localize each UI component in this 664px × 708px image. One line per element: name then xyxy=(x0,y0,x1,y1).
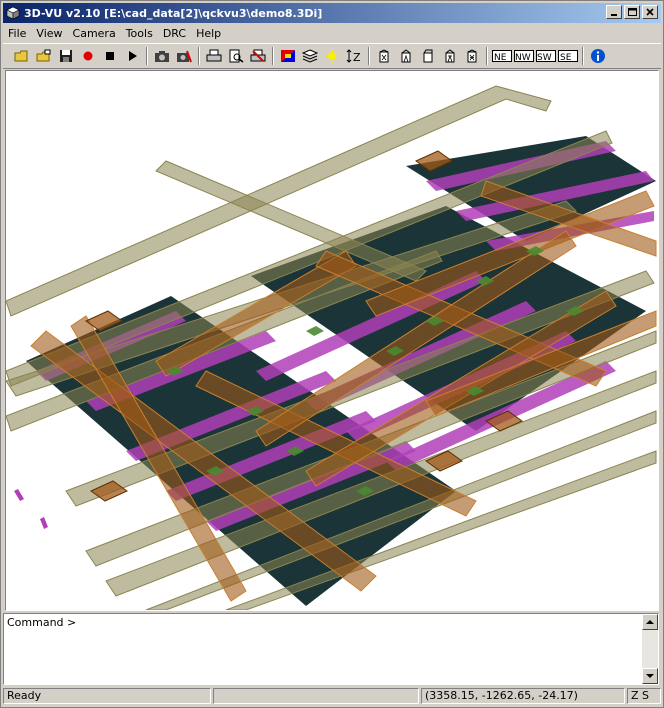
print-setup-icon xyxy=(250,49,266,62)
3d-viewport[interactable] xyxy=(5,70,659,611)
view-3-icon xyxy=(423,49,433,63)
z-scale-button[interactable]: Z xyxy=(343,46,365,66)
color-palette-icon xyxy=(281,50,295,62)
app-cube-icon xyxy=(6,6,20,20)
toolbar-separator xyxy=(368,47,370,65)
open-file-button[interactable] xyxy=(11,46,33,66)
view-4-icon xyxy=(445,49,455,63)
layers-button[interactable] xyxy=(299,46,321,66)
status-mode: Z S xyxy=(627,688,661,704)
view-1-icon xyxy=(379,49,389,63)
status-text: Ready xyxy=(3,688,211,704)
stop-icon xyxy=(106,52,114,60)
maximize-icon xyxy=(627,8,637,16)
svg-text:NE: NE xyxy=(494,53,507,63)
menu-camera[interactable]: Camera xyxy=(68,27,121,40)
sw-view-button[interactable]: SW xyxy=(535,46,557,66)
view-5-button[interactable] xyxy=(461,46,483,66)
layers-icon xyxy=(302,49,318,63)
toolbar-separator xyxy=(486,47,488,65)
scroll-down-icon xyxy=(646,674,654,678)
svg-text:Z: Z xyxy=(353,51,361,63)
save-icon xyxy=(60,50,72,62)
svg-text:NW: NW xyxy=(515,53,531,63)
print-icon xyxy=(206,49,222,62)
svg-text:SE: SE xyxy=(560,53,572,63)
minimize-icon xyxy=(611,14,617,16)
camera-settings-button[interactable] xyxy=(173,46,195,66)
menu-view[interactable]: View xyxy=(31,27,67,40)
record-button[interactable] xyxy=(77,46,99,66)
sw-view-icon: SW xyxy=(536,50,556,63)
view-2-icon xyxy=(401,49,411,63)
record-icon xyxy=(83,51,93,61)
menu-tools[interactable]: Tools xyxy=(121,27,158,40)
nw-view-button[interactable]: NW xyxy=(513,46,535,66)
print-setup-button[interactable] xyxy=(247,46,269,66)
info-icon xyxy=(591,49,605,63)
close-button[interactable] xyxy=(642,5,658,19)
command-pane[interactable]: Command > xyxy=(3,613,659,685)
print-preview-icon xyxy=(229,49,244,63)
save-button[interactable] xyxy=(55,46,77,66)
metal-fragment xyxy=(40,517,48,529)
window-title: 3D-VU v2.10 [E:\cad_data[2]\qckvu3\demo8… xyxy=(24,6,323,20)
view-2-button[interactable] xyxy=(395,46,417,66)
camera-settings-icon xyxy=(177,50,192,63)
view-3-button[interactable] xyxy=(417,46,439,66)
menu-drc[interactable]: DRC xyxy=(158,27,191,40)
status-empty-panel xyxy=(213,688,419,704)
nw-view-icon: NW xyxy=(514,50,534,63)
ne-view-icon: NE xyxy=(492,50,512,63)
app-window: 3D-VU v2.10 [E:\cad_data[2]\qckvu3\demo8… xyxy=(0,0,664,708)
camera-icon xyxy=(155,51,169,62)
se-view-button[interactable]: SE xyxy=(557,46,579,66)
stop-button[interactable] xyxy=(99,46,121,66)
toolbar-separator xyxy=(272,47,274,65)
se-view-icon: SE xyxy=(558,50,578,63)
toolbar-separator xyxy=(582,47,584,65)
status-bar: Ready (3358.15, -1262.65, -24.17) Z S xyxy=(3,687,661,706)
minimize-button[interactable] xyxy=(606,5,622,19)
open-project-button[interactable] xyxy=(33,46,55,66)
print-preview-button[interactable] xyxy=(225,46,247,66)
scroll-up-button[interactable] xyxy=(642,614,658,630)
menu-bar: File View Camera Tools DRC Help xyxy=(3,24,226,42)
scroll-down-button[interactable] xyxy=(642,668,658,684)
command-prompt-label: Command > xyxy=(7,616,77,629)
view-5-icon xyxy=(467,49,477,63)
scroll-up-icon xyxy=(646,620,654,624)
view-4-button[interactable] xyxy=(439,46,461,66)
open-folder-icon xyxy=(14,50,28,62)
menu-file[interactable]: File xyxy=(3,27,31,40)
print-button[interactable] xyxy=(203,46,225,66)
open-project-icon xyxy=(36,49,51,62)
main-toolbar: Z NE NW SW SE xyxy=(3,43,661,69)
toolbar-separator xyxy=(198,47,200,65)
light-icon xyxy=(325,49,339,63)
info-button[interactable] xyxy=(587,46,609,66)
title-bar[interactable]: 3D-VU v2.10 [E:\cad_data[2]\qckvu3\demo8… xyxy=(3,3,661,23)
status-coordinates: (3358.15, -1262.65, -24.17) xyxy=(421,688,625,704)
toolbar-separator xyxy=(146,47,148,65)
via-contact xyxy=(306,326,324,336)
ne-view-button[interactable]: NE xyxy=(491,46,513,66)
maximize-button[interactable] xyxy=(624,5,640,19)
view-1-button[interactable] xyxy=(373,46,395,66)
light-button[interactable] xyxy=(321,46,343,66)
svg-text:SW: SW xyxy=(537,53,552,63)
z-scale-icon: Z xyxy=(346,49,361,63)
menu-help[interactable]: Help xyxy=(191,27,226,40)
metal-fragment xyxy=(14,489,24,501)
close-icon xyxy=(646,8,654,16)
play-icon xyxy=(129,51,137,61)
camera-button[interactable] xyxy=(151,46,173,66)
layout-3d-render xyxy=(6,85,657,610)
color-palette-button[interactable] xyxy=(277,46,299,66)
play-button[interactable] xyxy=(121,46,143,66)
command-scrollbar[interactable] xyxy=(642,614,658,684)
